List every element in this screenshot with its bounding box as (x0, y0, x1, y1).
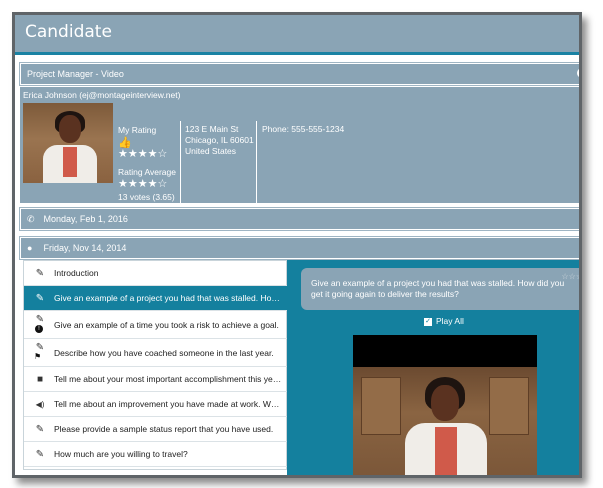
edit-icon: ✎ (35, 424, 45, 435)
section-interview-header[interactable]: ● Friday, Nov 14, 2014 (19, 236, 579, 260)
question-text: Give an example of a time you took a ris… (54, 320, 279, 330)
candidate-phone: Phone: 555-555-1234 (262, 124, 345, 134)
question-bubble: ☆☆☆ Give an example of a project you had… (301, 268, 579, 310)
section-phone-header[interactable]: ✆ Monday, Feb 1, 2016 (19, 207, 579, 231)
question-bubble-text: Give an example of a project you had tha… (311, 278, 565, 299)
question-item[interactable]: ✎ Introduction (24, 261, 288, 286)
info-icon: ! (35, 325, 43, 333)
section-project-header[interactable]: Project Manager - Video (19, 62, 579, 86)
edit-icon: ✎ (35, 268, 45, 279)
edit-icon: ✎ (35, 293, 45, 304)
question-rating-stars[interactable]: ☆☆☆ (561, 271, 579, 282)
phone-date-label: Monday, Feb 1, 2016 (43, 214, 128, 224)
divider (256, 121, 257, 203)
checkbox-check-icon[interactable]: ✓ (424, 317, 432, 326)
question-item[interactable]: ✎ How much are you willing to travel? (24, 442, 288, 467)
question-list: ✎ Introduction ✎ Give an example of a pr… (23, 260, 288, 470)
question-text: Introduction (54, 268, 99, 278)
question-text: Tell me about an improvement you have ma… (54, 399, 282, 409)
collapse-icon[interactable] (577, 68, 579, 78)
question-text: Describe how you have coached someone in… (54, 348, 274, 358)
question-text: Give an example of a project you had tha… (54, 293, 282, 303)
candidate-photo (23, 103, 113, 183)
section-project-label: Project Manager - Video (27, 69, 124, 79)
question-item[interactable]: ✎ ⚑ Describe how you have coached someon… (24, 339, 288, 367)
divider (180, 121, 181, 203)
question-text: Tell me about your most important accomp… (54, 374, 282, 384)
interview-date-label: Friday, Nov 14, 2014 (43, 243, 127, 253)
question-text: Please provide a sample status report th… (54, 424, 274, 434)
question-item[interactable]: ✎ ! Give an example of a time you took a… (24, 311, 288, 339)
title-bar: Candidate (15, 15, 579, 55)
window-title: Candidate (25, 22, 112, 42)
play-all-label: Play All (436, 316, 464, 326)
question-item-active[interactable]: ✎ Give an example of a project you had t… (24, 286, 288, 311)
video-player[interactable] (353, 335, 537, 475)
votes-count: 13 votes (3.65) (118, 192, 175, 202)
question-text: How much are you willing to travel? (54, 449, 188, 459)
address-line-2: Chicago, IL 60601 (185, 135, 254, 145)
my-rating-stars[interactable]: ★★★★☆ (118, 147, 167, 160)
video-camera-icon: ■ (36, 374, 44, 385)
candidate-window: Candidate Project Manager - Video Erica … (12, 12, 582, 478)
address-line-1: 123 E Main St (185, 124, 239, 134)
edit-icon: ✎ (35, 449, 45, 460)
rating-average-label: Rating Average (118, 167, 176, 177)
question-item[interactable]: ◀) Tell me about an improvement you have… (24, 392, 288, 417)
speaker-icon: ◀) (35, 400, 45, 409)
question-item[interactable]: ■ Tell me about your most important acco… (24, 367, 288, 392)
candidate-card: Erica Johnson (ej@montageinterview.net) … (20, 87, 579, 203)
candidate-name-email: Erica Johnson (ej@montageinterview.net) (23, 90, 181, 100)
play-all-checkbox[interactable]: ✓ Play All (424, 315, 464, 327)
my-rating-label: My Rating (118, 125, 157, 135)
chat-bubble-icon: ● (27, 243, 33, 253)
flag-icon: ⚑ (34, 352, 42, 361)
phone-icon: ✆ (27, 214, 35, 224)
question-detail-panel: ☆☆☆ Give an example of a project you had… (287, 260, 579, 475)
rating-average-stars: ★★★★☆ (118, 178, 168, 190)
question-item[interactable]: ✎ Please provide a sample status report … (24, 417, 288, 442)
address-line-3: United States (185, 146, 237, 156)
